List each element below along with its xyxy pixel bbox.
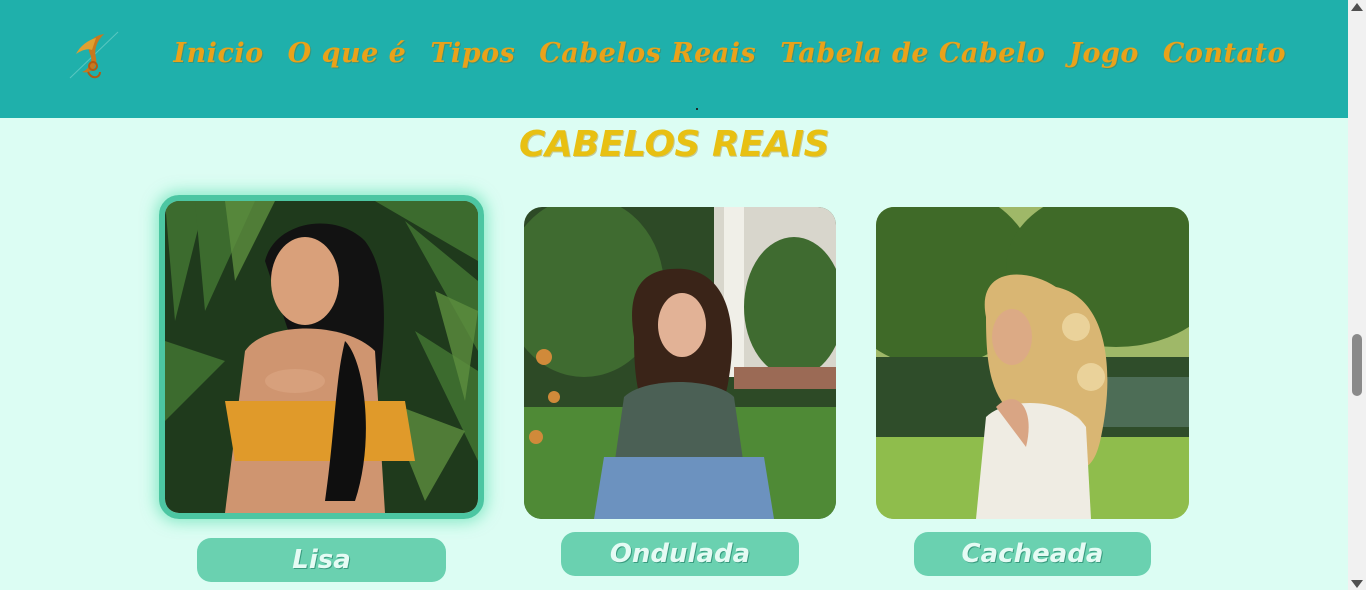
page-scrollbar[interactable] bbox=[1348, 0, 1366, 590]
nav-link-cabelos-reais[interactable]: Cabelos Reais bbox=[539, 38, 756, 69]
main-nav: Inicio O que é Tipos Cabelos Reais Tabel… bbox=[173, 38, 1286, 69]
hair-type-button-cacheada[interactable]: Cacheada bbox=[914, 532, 1151, 576]
scroll-down-arrow-icon[interactable] bbox=[1351, 580, 1363, 588]
hair-woman-logo-icon[interactable] bbox=[66, 28, 122, 84]
woman-straight-hair-photo[interactable] bbox=[159, 195, 484, 519]
nav-link-tabela-de-cabelo[interactable]: Tabela de Cabelo bbox=[780, 38, 1045, 69]
nav-link-contato[interactable]: Contato bbox=[1163, 38, 1286, 69]
nav-link-jogo[interactable]: Jogo bbox=[1069, 38, 1139, 69]
hair-type-button-lisa[interactable]: Lisa bbox=[197, 538, 446, 582]
section-title: CABELOS REAIS bbox=[518, 124, 830, 165]
header-navbar: Inicio O que é Tipos Cabelos Reais Tabel… bbox=[0, 0, 1348, 118]
nav-link-inicio[interactable]: Inicio bbox=[173, 38, 263, 69]
scroll-thumb[interactable] bbox=[1352, 334, 1362, 396]
header-dot bbox=[696, 108, 698, 110]
woman-wavy-hair-photo[interactable] bbox=[524, 207, 836, 519]
scroll-up-arrow-icon[interactable] bbox=[1351, 3, 1363, 11]
nav-link-o-que-e[interactable]: O que é bbox=[288, 38, 407, 69]
nav-link-tipos[interactable]: Tipos bbox=[430, 38, 515, 69]
woman-curly-hair-photo[interactable] bbox=[876, 207, 1189, 519]
hair-type-button-ondulada[interactable]: Ondulada bbox=[561, 532, 799, 576]
